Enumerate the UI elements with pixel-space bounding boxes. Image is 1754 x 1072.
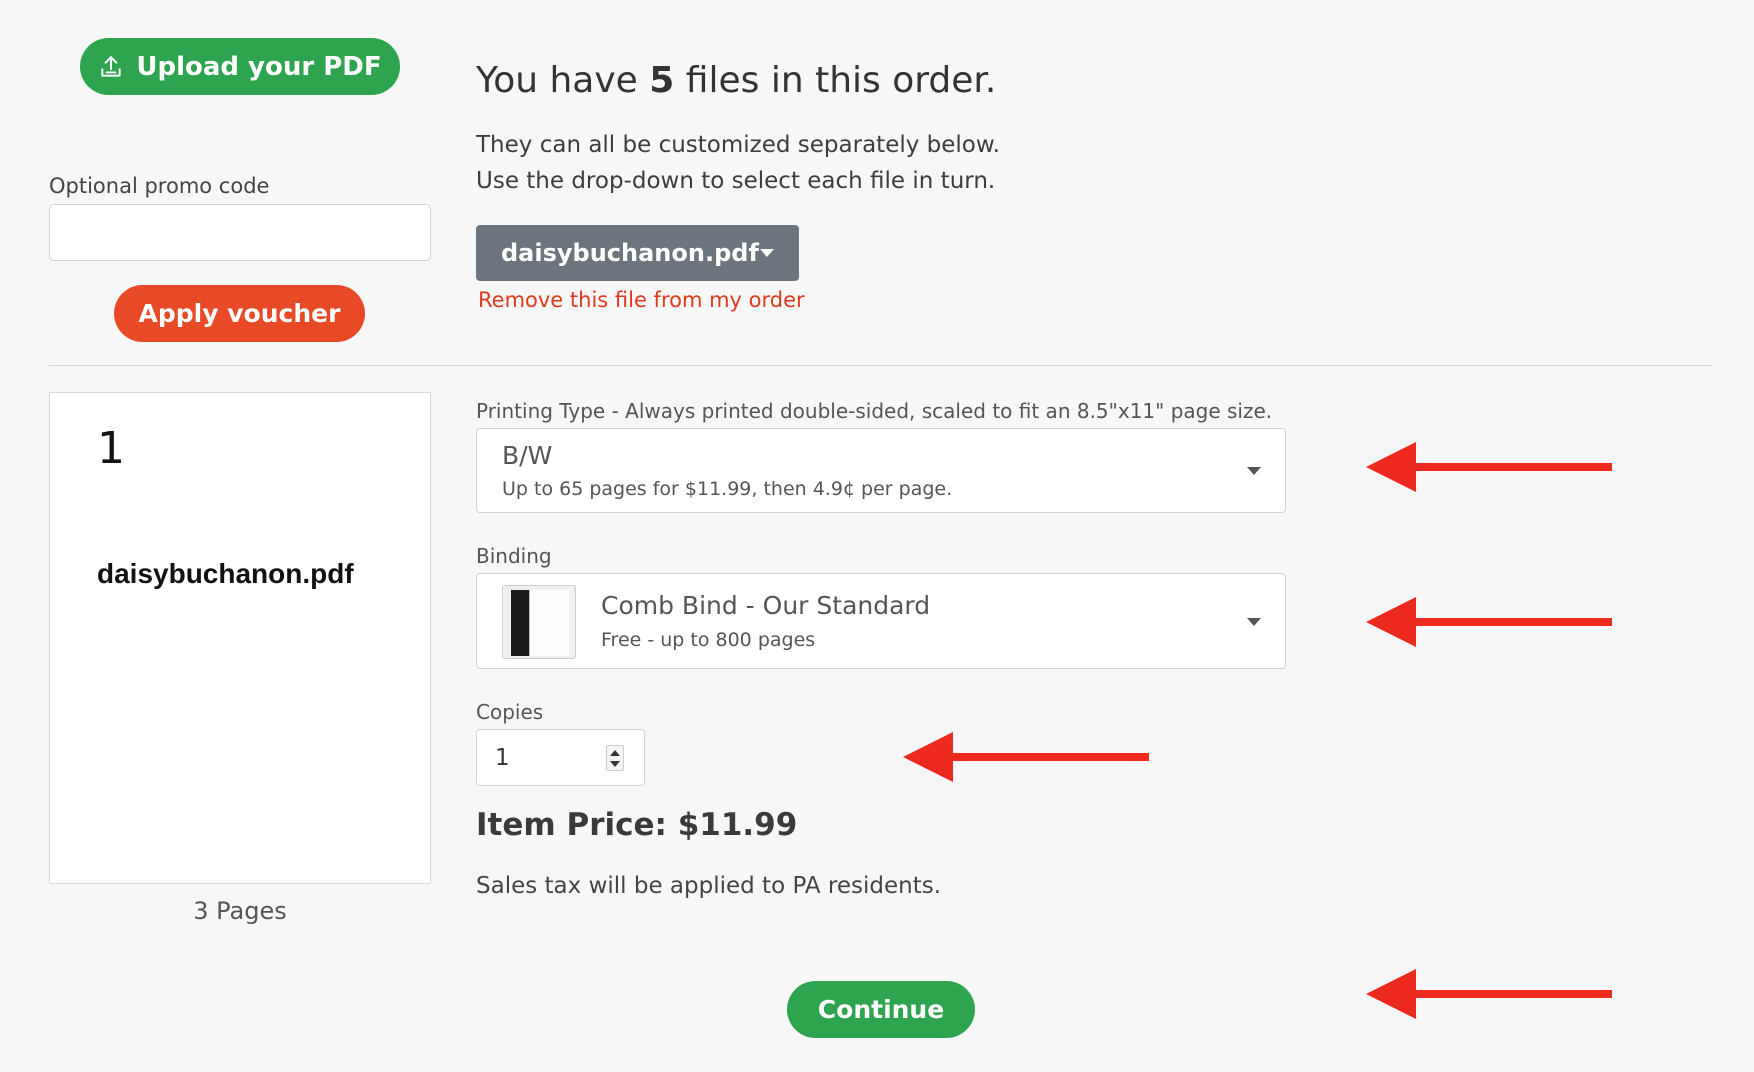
binding-select[interactable]: Comb Bind - Our Standard Free - up to 80… (476, 573, 1286, 669)
copies-label: Copies (476, 700, 544, 724)
annotation-arrow-icon (1366, 969, 1612, 1019)
upload-pdf-button[interactable]: Upload your PDF (80, 38, 400, 95)
files-heading: You have 5 files in this order. (476, 60, 996, 101)
stepper-arrows-icon[interactable] (606, 745, 624, 771)
apply-voucher-button[interactable]: Apply voucher (114, 285, 365, 342)
file-preview: 1 daisybuchanon.pdf (49, 392, 431, 884)
upload-pdf-label: Upload your PDF (136, 51, 382, 82)
page-count: 3 Pages (193, 897, 287, 925)
comb-bind-thumbnail (502, 585, 576, 659)
order-page: Upload your PDF Optional promo code Appl… (0, 0, 1754, 1072)
printing-type-description: Up to 65 pages for $11.99, then 4.9¢ per… (502, 478, 953, 500)
caret-down-icon (760, 249, 774, 257)
printing-type-select[interactable]: B/W Up to 65 pages for $11.99, then 4.9¢… (476, 428, 1286, 513)
binding-description: Free - up to 800 pages (601, 629, 816, 651)
continue-label: Continue (817, 995, 945, 1024)
files-heading-prefix: You have (476, 60, 650, 101)
annotation-arrow-icon (903, 732, 1149, 782)
instruction-line-2: Use the drop-down to select each file in… (476, 168, 996, 194)
file-select-dropdown[interactable]: daisybuchanon.pdf (476, 225, 799, 281)
files-heading-suffix: files in this order. (674, 60, 997, 101)
upload-icon (101, 55, 121, 77)
preview-page-number: 1 (97, 423, 125, 474)
remove-file-link[interactable]: Remove this file from my order (478, 288, 805, 312)
copies-value: 1 (495, 745, 510, 771)
copies-stepper[interactable]: 1 (476, 729, 645, 786)
instruction-line-1: They can all be customized separately be… (476, 132, 1000, 158)
item-price: Item Price: $11.99 (476, 807, 798, 843)
file-select-value: daisybuchanon.pdf (501, 239, 759, 267)
divider (49, 365, 1713, 366)
annotation-arrow-icon (1366, 597, 1612, 647)
caret-down-icon (1247, 618, 1261, 626)
continue-button[interactable]: Continue (787, 981, 975, 1038)
preview-file-name: daisybuchanon.pdf (97, 558, 354, 589)
printing-type-label: Printing Type - Always printed double-si… (476, 399, 1273, 423)
sales-tax-note: Sales tax will be applied to PA resident… (476, 873, 942, 899)
binding-label: Binding (476, 544, 552, 568)
apply-voucher-label: Apply voucher (138, 299, 341, 328)
promo-code-input[interactable] (49, 204, 431, 261)
caret-down-icon (1247, 467, 1261, 475)
files-count: 5 (649, 60, 675, 101)
printing-type-value: B/W (502, 441, 553, 470)
annotation-arrow-icon (1366, 442, 1612, 492)
promo-code-label: Optional promo code (49, 174, 270, 198)
binding-value: Comb Bind - Our Standard (601, 591, 931, 620)
